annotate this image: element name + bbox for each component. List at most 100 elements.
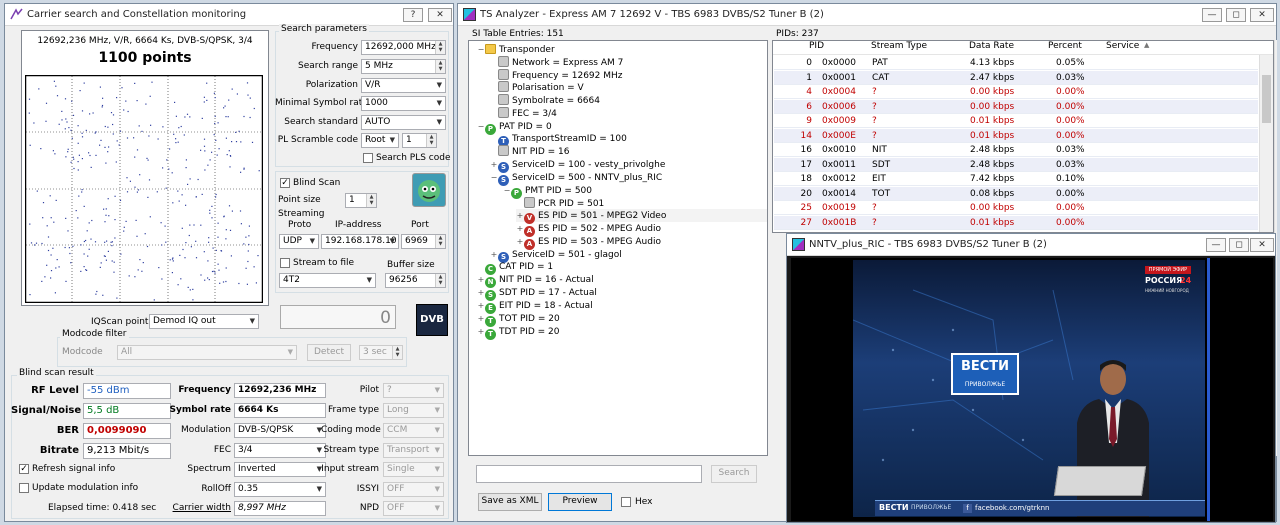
table-row[interactable]: 17 0x0011 SDT 2.48 kbps 0.03%	[774, 157, 1258, 172]
modulation-select[interactable]: DVB-S/QPSK ▼	[234, 423, 326, 438]
collapse-icon[interactable]: −	[477, 120, 485, 133]
stream-type-select[interactable]: Transport ▼	[383, 443, 444, 458]
tree-item[interactable]: + V ES PID = 501 - MPEG2 Video	[516, 209, 767, 225]
spectrum-select[interactable]: Inverted ▼	[234, 462, 326, 477]
tree-item[interactable]: + S SDT PID = 17 - Actual	[477, 286, 597, 302]
pid-scrollbar[interactable]	[1259, 55, 1273, 232]
table-row[interactable]: 0 0x0000 PAT 4.13 kbps 0.05%	[774, 56, 1258, 70]
collapse-icon[interactable]: −	[490, 171, 498, 184]
maximize-button[interactable]: ◻	[1229, 238, 1249, 252]
input-stream-select[interactable]: Single ▼	[383, 462, 444, 477]
min-sr-select[interactable]: 1000 ▼	[361, 96, 446, 111]
help-button[interactable]: ?	[403, 8, 423, 22]
tree-item[interactable]: + T TDT PID = 20	[477, 325, 560, 340]
tree-item[interactable]: − P PMT PID = 500	[503, 184, 592, 199]
minimize-button[interactable]: —	[1202, 8, 1222, 22]
pls-spin[interactable]: ▲ ▼	[426, 134, 436, 147]
file-select[interactable]: 4T2 ▼	[279, 273, 376, 288]
detect-button[interactable]: Detect	[307, 344, 351, 361]
tree-item[interactable]: NIT PID = 16	[490, 145, 569, 158]
table-row[interactable]: 16 0x0010 NIT 2.48 kbps 0.03%	[774, 143, 1258, 157]
tree-item[interactable]: Network = Express AM 7	[490, 55, 623, 69]
tree-item[interactable]: + N NIT PID = 16 - Actual	[477, 273, 594, 289]
close-button[interactable]: ✕	[1250, 238, 1274, 252]
tree-item[interactable]: Symbolrate = 6664	[490, 94, 600, 107]
tree-item[interactable]: Frequency = 12692 MHz	[490, 68, 623, 82]
port-spin[interactable]: ▲ ▼	[435, 235, 445, 248]
modcode-select[interactable]: All ▼	[117, 345, 297, 360]
pls-code-input[interactable]: 1 ▲ ▼	[402, 133, 437, 148]
expand-icon[interactable]: +	[516, 222, 524, 235]
point-size-input[interactable]: 1 ▲ ▼	[345, 193, 377, 208]
collapse-icon[interactable]: −	[503, 184, 511, 197]
hex-checkbox[interactable]	[621, 497, 631, 507]
tree-item[interactable]: T TransportStreamID = 100	[490, 133, 627, 147]
table-row[interactable]: 9 0x0009? 0.01 kbps 0.00%	[774, 114, 1258, 128]
point-size-spin[interactable]: ▲ ▼	[366, 194, 376, 207]
tree-item[interactable]: Polarisation = V	[490, 81, 584, 94]
buffer-input[interactable]: 96256 ▲ ▼	[385, 273, 446, 288]
stream-to-file-checkbox[interactable]	[280, 258, 290, 268]
tree-item[interactable]: − P PAT PID = 0	[477, 120, 552, 135]
tree-item[interactable]: + A ES PID = 502 - MPEG Audio	[516, 222, 661, 238]
frame-type-select[interactable]: Long ▼	[383, 403, 444, 418]
table-row[interactable]: 27 0x001B? 0.01 kbps 0.00%	[774, 215, 1258, 230]
save-xml-button[interactable]: Save as XML	[478, 493, 542, 511]
expand-icon[interactable]: +	[516, 209, 524, 222]
collapse-icon[interactable]: −	[477, 43, 485, 56]
search-pls-checkbox[interactable]	[363, 153, 373, 163]
blind-scan-checkbox[interactable]: ✓	[280, 178, 290, 188]
percent-header[interactable]: Percent	[1048, 41, 1082, 51]
monster-logo-icon[interactable]	[412, 173, 446, 207]
expand-icon[interactable]: +	[477, 299, 485, 312]
coding-mode-select[interactable]: CCM ▼	[383, 423, 444, 438]
tree-item[interactable]: + S ServiceID = 501 - glagol	[490, 248, 622, 263]
refresh-checkbox[interactable]: ✓	[19, 464, 29, 474]
tree-item[interactable]: + A ES PID = 503 - MPEG Audio	[516, 235, 661, 250]
table-row[interactable]: 25 0x0019? 0.00 kbps 0.00%	[774, 201, 1258, 215]
expand-icon[interactable]: +	[477, 325, 485, 338]
table-row[interactable]: 6 0x0006? 0.00 kbps 0.00%	[774, 99, 1258, 114]
port-input[interactable]: 6969 ▲ ▼	[401, 234, 446, 249]
minimize-button[interactable]: —	[1206, 238, 1226, 252]
interval-spin[interactable]: ▲ ▼	[392, 346, 402, 359]
expand-icon[interactable]: +	[516, 235, 524, 248]
search-input[interactable]	[476, 465, 702, 483]
buffer-spin[interactable]: ▲ ▼	[435, 274, 445, 287]
maximize-button[interactable]: ◻	[1226, 8, 1246, 22]
tree-item[interactable]: FEC = 3/4	[490, 107, 557, 120]
standard-select[interactable]: AUTO ▼	[361, 115, 446, 130]
expand-icon[interactable]: +	[477, 273, 485, 286]
expand-icon[interactable]: +	[477, 312, 485, 325]
pilot-select[interactable]: ? ▼	[383, 383, 444, 398]
frequency-spin[interactable]: ▲ ▼	[435, 41, 445, 54]
pid-header[interactable]: PID	[809, 41, 824, 51]
iq-select[interactable]: Demod IQ out ▼	[149, 314, 259, 329]
ip-select[interactable]: 192.168.178.10 ▼	[321, 234, 399, 249]
data-rate-header[interactable]: Data Rate	[969, 41, 1014, 51]
range-input[interactable]: 5 MHz ▲ ▼	[361, 59, 446, 74]
update-checkbox[interactable]	[19, 483, 29, 493]
service-header[interactable]: Service	[1106, 41, 1139, 51]
search-button[interactable]: Search	[711, 465, 757, 483]
table-row[interactable]: 4 0x0004? 0.00 kbps 0.00%	[774, 85, 1258, 99]
npd-select[interactable]: OFF ▼	[383, 501, 444, 516]
preview-button[interactable]: Preview	[548, 493, 612, 511]
tree-item[interactable]: + E EIT PID = 18 - Actual	[477, 299, 593, 314]
tree-item[interactable]: − Transponder	[477, 43, 555, 56]
pls-mode-select[interactable]: Root ▼	[361, 133, 399, 148]
tree-item[interactable]: PCR PID = 501	[516, 196, 604, 210]
polarization-select[interactable]: V/R ▼	[361, 78, 446, 93]
expand-icon[interactable]: +	[490, 248, 498, 261]
tree-item[interactable]: C CAT PID = 1	[477, 261, 553, 275]
expand-icon[interactable]: +	[477, 286, 485, 299]
range-spin[interactable]: ▲ ▼	[435, 60, 445, 73]
stream-type-header[interactable]: Stream Type	[871, 41, 927, 51]
tree-item[interactable]: + S ServiceID = 100 - vesty_privolghe	[490, 158, 665, 174]
issyi-select[interactable]: OFF ▼	[383, 482, 444, 497]
close-button[interactable]: ✕	[1250, 8, 1274, 22]
tree-item[interactable]: − S ServiceID = 500 - NNTV_plus_RIC	[490, 171, 662, 186]
table-row[interactable]: 1 0x0001 CAT 2.47 kbps 0.03%	[774, 70, 1258, 85]
rolloff-select[interactable]: 0.35 ▼	[234, 482, 326, 497]
table-row[interactable]: 14 0x000E? 0.01 kbps 0.00%	[774, 128, 1258, 143]
